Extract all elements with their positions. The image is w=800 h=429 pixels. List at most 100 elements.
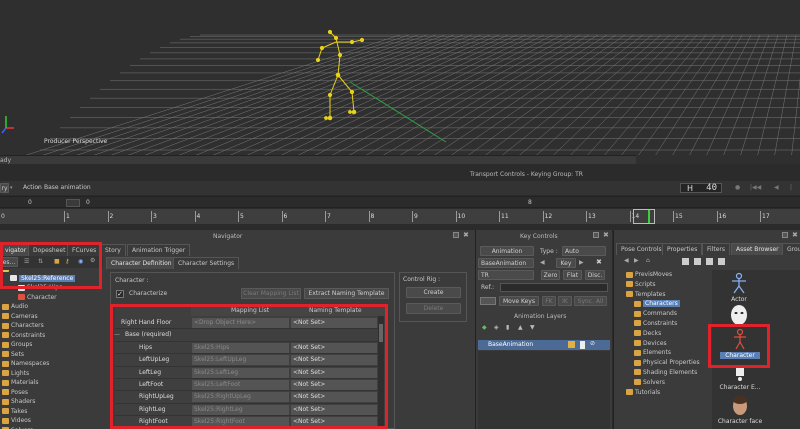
asset-tree-item[interactable]: PrevisMoves	[614, 270, 710, 280]
characterize-checkbox[interactable]: ✓	[116, 290, 124, 298]
layer-icon[interactable]: ◈	[494, 324, 499, 331]
tr-dropdown[interactable]: TR	[478, 270, 534, 280]
asset-tree-item[interactable]: Templates	[614, 290, 710, 300]
navigator-title: Navigator	[213, 233, 243, 240]
ik-button[interactable]: IK	[558, 296, 572, 306]
panel-float-icon[interactable]	[782, 232, 788, 238]
play-back-icon[interactable]: ◀	[774, 184, 779, 191]
tab-filters[interactable]: Filters	[702, 243, 730, 255]
prev-key-icon[interactable]: ◀	[540, 259, 545, 266]
tree-item[interactable]: Videos	[0, 416, 103, 426]
flat-button[interactable]: Flat	[563, 270, 582, 280]
panel-float-icon[interactable]	[453, 232, 459, 238]
add-layer-icon[interactable]: ◆	[482, 324, 487, 331]
layer-row[interactable]: BaseAnimation ⊘	[478, 340, 610, 350]
frame-field[interactable]: 40 H	[680, 183, 722, 193]
tab-story[interactable]: Story	[100, 244, 126, 256]
play-forward-icon[interactable]: |	[790, 184, 792, 191]
record-icon[interactable]: ●	[735, 184, 740, 191]
view-detail-icon[interactable]	[706, 258, 713, 265]
tree-item[interactable]: Takes	[0, 407, 103, 417]
panel-close-icon[interactable]: ✖	[792, 231, 798, 239]
tree-item[interactable]: Poses	[0, 388, 103, 398]
down-icon[interactable]: ▼	[530, 324, 535, 331]
lock-icon[interactable]	[568, 341, 575, 348]
zero-button[interactable]: Zero	[541, 270, 560, 280]
mute-icon[interactable]: ⊘	[590, 340, 595, 347]
key-button[interactable]: Key	[556, 258, 576, 268]
viewport-3d[interactable]: Producer Perspective	[0, 0, 800, 155]
move-keys-toggle[interactable]	[480, 297, 496, 305]
asset-character-extension[interactable]: Character E...	[714, 366, 766, 394]
asset-tree-item[interactable]: Shading Elements	[614, 368, 710, 378]
delete-key-icon[interactable]: ✖	[596, 258, 602, 266]
solo-icon[interactable]	[580, 341, 585, 349]
asset-actor[interactable]: Actor	[718, 272, 760, 303]
tab-pose-controls[interactable]: Pose Controls	[616, 243, 667, 255]
asset-character-face[interactable]: Character face	[714, 396, 766, 428]
clear-mapping-button[interactable]: Clear Mapping List	[241, 288, 301, 299]
extract-naming-button[interactable]: Extract Naming Template	[304, 288, 389, 299]
asset-tree-item[interactable]: Tutorials	[614, 388, 710, 398]
tree-item[interactable]: Groups	[0, 340, 103, 350]
tab-asset-browser[interactable]: Asset Browser	[731, 243, 784, 255]
asset-mask[interactable]	[722, 304, 756, 326]
forward-icon[interactable]: ▶	[634, 257, 639, 264]
view-grid-icon[interactable]	[682, 258, 689, 265]
animation-mode-button[interactable]: Animation	[480, 246, 534, 256]
asset-tree-item[interactable]: Commands	[614, 309, 710, 319]
asset-tree-item[interactable]: Decks	[614, 329, 710, 339]
folder-icon	[634, 310, 641, 317]
tree-item[interactable]: Audio	[0, 302, 103, 312]
tree-item[interactable]: Constraints	[0, 331, 103, 341]
panel-close-icon[interactable]: ✖	[463, 231, 469, 239]
tree-item[interactable]: Cameras	[0, 312, 103, 322]
tree-item[interactable]: Namespaces	[0, 359, 103, 369]
range-bar[interactable]: 0 0 8	[0, 196, 800, 208]
view-thumb-icon[interactable]	[718, 258, 725, 265]
sync-all-button[interactable]: Sync. All	[574, 296, 607, 306]
home-icon[interactable]: ⌂	[646, 257, 650, 264]
tab-group[interactable]: Group	[782, 243, 800, 255]
trash-icon[interactable]: ▮	[506, 324, 509, 331]
goto-start-icon[interactable]: |◀◀	[750, 184, 761, 191]
view-list-icon[interactable]	[694, 258, 701, 265]
type-dropdown[interactable]: Auto	[562, 246, 606, 256]
layer-dropdown[interactable]: BaseAnimation	[478, 258, 534, 268]
timeline-ruler[interactable]: 0 1 2 3 4 5 6 7 8 9 10 11 12 13 14 15 16 17	[0, 209, 800, 224]
mode-dropdown[interactable]: ry	[0, 183, 9, 193]
tree-item[interactable]: Sets	[0, 350, 103, 360]
disc-button[interactable]: Disc.	[585, 270, 605, 280]
next-key-icon[interactable]: ▶	[579, 259, 584, 266]
take-dropdown[interactable]: Base animation	[44, 184, 164, 191]
tree-item[interactable]: Solvers	[0, 426, 103, 429]
asset-tree-item[interactable]: Characters	[614, 299, 710, 309]
tree-item[interactable]: Character	[0, 293, 103, 303]
create-button[interactable]: Create	[406, 287, 461, 298]
tree-item[interactable]: Lights	[0, 369, 103, 379]
tree-item[interactable]: Materials	[0, 378, 103, 388]
asset-tree-item[interactable]: Elements	[614, 348, 710, 358]
move-keys-button[interactable]: Move Keys	[499, 296, 539, 306]
tree-item[interactable]: Characters	[0, 321, 103, 331]
asset-tree-item[interactable]: Constraints	[614, 319, 710, 329]
asset-tree-item[interactable]: Devices	[614, 339, 710, 349]
playhead[interactable]	[633, 209, 655, 224]
up-icon[interactable]: ▲	[518, 324, 523, 331]
panel-close-icon[interactable]: ✖	[603, 231, 609, 239]
asset-tree-item[interactable]: Solvers	[614, 378, 710, 388]
panel-float-icon[interactable]	[593, 232, 599, 238]
tab-properties[interactable]: Properties	[662, 243, 703, 255]
tab-character-settings[interactable]: Character Settings	[173, 257, 240, 269]
tab-character-definition[interactable]: Character Definition	[106, 257, 177, 269]
range-marker-icon[interactable]	[66, 199, 80, 207]
ref-field[interactable]	[500, 283, 608, 292]
ruler-tick	[368, 211, 370, 222]
back-icon[interactable]: ◀	[624, 257, 629, 264]
tab-animation-trigger[interactable]: Animation Trigger	[127, 244, 191, 256]
asset-tree-item[interactable]: Scripts	[614, 280, 710, 290]
delete-button[interactable]: Delete	[406, 303, 461, 314]
fk-button[interactable]: FK	[542, 296, 556, 306]
tree-item[interactable]: Shaders	[0, 397, 103, 407]
asset-tree-item[interactable]: Physical Properties	[614, 358, 710, 368]
